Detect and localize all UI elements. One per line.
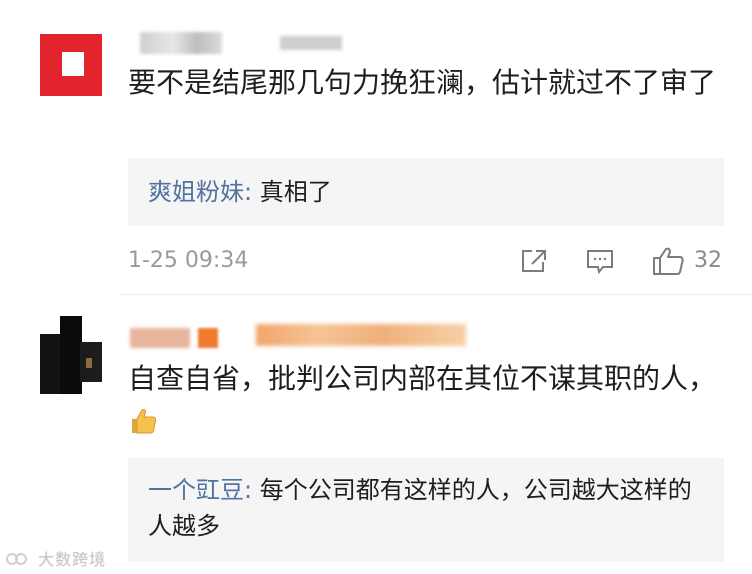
avatar-mosaic	[86, 358, 92, 368]
watermark: 大数跨境	[6, 546, 106, 570]
username-redacted[interactable]	[130, 328, 190, 348]
reply-text: 真相了	[252, 178, 332, 206]
reply-author[interactable]: 一个豇豆:	[148, 476, 252, 504]
divider	[120, 294, 752, 295]
comment-timestamp: 1-25 09:34	[128, 248, 249, 273]
share-icon[interactable]	[520, 248, 548, 278]
like-icon[interactable]	[652, 246, 686, 280]
reply-author[interactable]: 爽姐粉妹:	[148, 178, 252, 206]
avatar[interactable]	[40, 316, 102, 394]
user-meta-redacted	[280, 36, 342, 50]
user-meta-redacted	[256, 324, 466, 346]
comment-text: 自查自省，批判公司内部在其位不谋其职的人，	[128, 358, 728, 442]
comment-icon[interactable]	[586, 248, 614, 278]
username-redacted[interactable]	[140, 32, 222, 54]
like-count: 32	[694, 248, 722, 273]
comment-text: 要不是结尾那几句力挽狂澜，估计就过不了审了	[128, 66, 717, 99]
avatar-mosaic	[62, 52, 84, 76]
comment-text-body: 自查自省，批判公司内部在其位不谋其职的人，	[128, 362, 717, 395]
avatar[interactable]	[40, 34, 140, 96]
reply-box[interactable]: 爽姐粉妹: 真相了	[128, 158, 724, 226]
watermark-logo-icon	[6, 553, 27, 565]
avatar-mosaic	[60, 316, 82, 394]
reply-box[interactable]: 一个豇豆: 每个公司都有这样的人，公司越大这样的人越多	[128, 458, 724, 562]
watermark-text: 大数跨境	[38, 550, 107, 569]
user-badge-redacted	[198, 328, 218, 348]
thumbs-up-emoji	[132, 409, 157, 434]
